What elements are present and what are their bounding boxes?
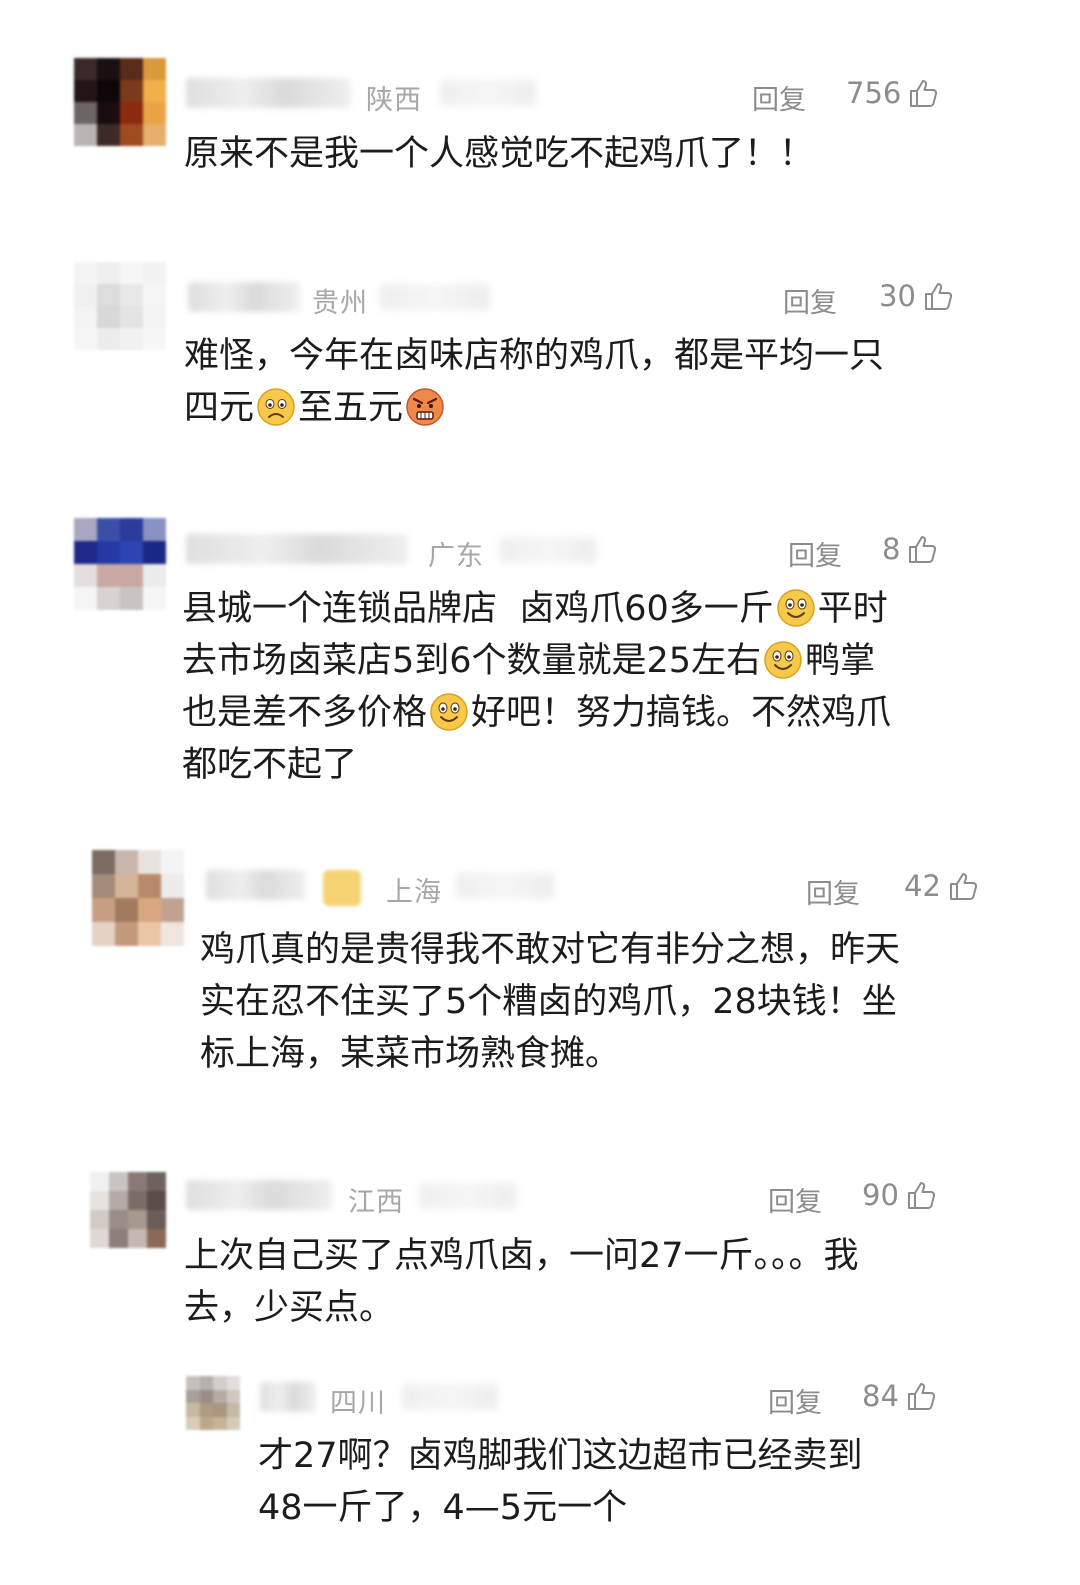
comment-text: 难怪，今年在卤味店称的鸡爪，都是平均一只 四元 至五元 bbox=[184, 330, 884, 434]
comment-line: 48一斤了，4—5元一个 bbox=[258, 1488, 628, 1528]
comment-text: 上次自己买了点鸡爪卤，一问27一斤。。。我 去，少买点。 bbox=[184, 1230, 859, 1334]
thumbs-up-icon bbox=[910, 80, 938, 107]
text-fragment: 去市场卤菜店5到6个数量就是25左右 bbox=[182, 641, 762, 681]
username-blurred bbox=[260, 1382, 316, 1412]
comment-text: 才27啊？卤鸡脚我们这边超市已经卖到 48一斤了，4—5元一个 bbox=[258, 1430, 863, 1534]
username-blurred bbox=[206, 870, 306, 900]
text-fragment: 鸭掌 bbox=[805, 641, 876, 681]
timestamp-blurred bbox=[380, 284, 490, 310]
region-label: 江西 bbox=[348, 1187, 404, 1218]
smile-emoji-icon bbox=[430, 693, 468, 731]
reply-button[interactable]: 回复 bbox=[783, 281, 837, 320]
comment-line: 四元 至五元 bbox=[184, 382, 884, 434]
region-label: 上海 bbox=[386, 877, 442, 908]
avatar[interactable] bbox=[186, 1376, 240, 1430]
text-fragment: 县城一个连锁品牌店 卤鸡爪60多一斤 bbox=[182, 589, 774, 629]
comment-line: 都吃不起了 bbox=[182, 745, 358, 785]
username-blurred bbox=[186, 534, 408, 564]
text-fragment: 至五元 bbox=[298, 388, 404, 428]
text-fragment: 平时 bbox=[817, 589, 888, 629]
comment-line: 才27啊？卤鸡脚我们这边超市已经卖到 bbox=[258, 1436, 863, 1476]
like-button[interactable]: 8 bbox=[882, 532, 938, 566]
thumbs-up-icon bbox=[949, 873, 977, 900]
comment-text: 原来不是我一个人感觉吃不起鸡爪了！！ bbox=[184, 128, 814, 180]
comment-line: 上次自己买了点鸡爪卤，一问27一斤。。。我 bbox=[184, 1236, 859, 1276]
angry-emoji-icon bbox=[406, 388, 444, 426]
like-button[interactable]: 30 bbox=[879, 279, 954, 313]
username-blurred bbox=[186, 78, 351, 108]
comment-line: 标上海，某菜市场熟食摊。 bbox=[200, 1034, 621, 1074]
username-blurred bbox=[186, 1180, 332, 1210]
comment-line: 难怪，今年在卤味店称的鸡爪，都是平均一只 bbox=[184, 336, 885, 376]
reply-button[interactable]: 回复 bbox=[752, 78, 806, 117]
reply-button[interactable]: 回复 bbox=[806, 872, 860, 911]
region-label: 贵州 bbox=[312, 288, 368, 319]
username-blurred bbox=[188, 282, 300, 312]
like-count: 90 bbox=[862, 1178, 899, 1212]
comment-line: 鸡爪真的是贵得我不敢对它有非分之想，昨天 bbox=[200, 930, 901, 970]
region-label: 广东 bbox=[428, 541, 484, 572]
like-count: 84 bbox=[862, 1379, 899, 1413]
text-fragment: 四元 bbox=[184, 388, 255, 428]
text-fragment: 好吧！努力搞钱。不然鸡爪 bbox=[471, 693, 892, 733]
like-count: 8 bbox=[882, 532, 901, 566]
like-count: 42 bbox=[904, 869, 941, 903]
avatar[interactable] bbox=[74, 58, 166, 146]
reply-button[interactable]: 回复 bbox=[768, 1180, 822, 1219]
avatar[interactable] bbox=[74, 518, 166, 610]
reply-button[interactable]: 回复 bbox=[768, 1381, 822, 1420]
thumbs-up-icon bbox=[909, 536, 937, 563]
comment-text: 鸡爪真的是贵得我不敢对它有非分之想，昨天 实在忍不住买了5个糟卤的鸡爪，28块钱… bbox=[200, 924, 900, 1080]
timestamp-blurred bbox=[402, 1384, 498, 1410]
like-count: 756 bbox=[846, 76, 902, 110]
avatar[interactable] bbox=[92, 850, 184, 946]
like-count: 30 bbox=[879, 279, 916, 313]
smile-emoji-icon bbox=[777, 589, 815, 627]
comment-line: 县城一个连锁品牌店 卤鸡爪60多一斤 平时 bbox=[182, 583, 891, 635]
like-button[interactable]: 756 bbox=[846, 76, 939, 110]
worried-emoji-icon bbox=[257, 388, 295, 426]
text-fragment: 也是差不多价格 bbox=[182, 693, 428, 733]
timestamp-blurred bbox=[500, 537, 596, 563]
region-label: 四川 bbox=[330, 1388, 386, 1419]
like-button[interactable]: 42 bbox=[904, 869, 979, 903]
avatar[interactable] bbox=[74, 262, 166, 350]
thumbs-up-icon bbox=[907, 1383, 935, 1410]
comment-line: 去，少买点。 bbox=[184, 1288, 395, 1328]
thumbs-up-icon bbox=[907, 1182, 935, 1209]
region-label: 陕西 bbox=[366, 85, 422, 116]
thumbs-up-icon bbox=[924, 283, 952, 310]
vip-badge-icon bbox=[323, 870, 361, 906]
avatar[interactable] bbox=[90, 1172, 166, 1248]
comment-text: 县城一个连锁品牌店 卤鸡爪60多一斤 平时 去市场卤菜店5到6个数量就是25左右… bbox=[182, 583, 891, 791]
comment-line: 也是差不多价格 好吧！努力搞钱。不然鸡爪 bbox=[182, 687, 891, 739]
smile-emoji-icon bbox=[764, 641, 802, 679]
like-button[interactable]: 90 bbox=[862, 1178, 937, 1212]
reply-button[interactable]: 回复 bbox=[788, 534, 842, 573]
timestamp-blurred bbox=[440, 80, 536, 106]
timestamp-blurred bbox=[420, 1183, 516, 1209]
like-button[interactable]: 84 bbox=[862, 1379, 937, 1413]
timestamp-blurred bbox=[456, 873, 554, 899]
comment-line: 实在忍不住买了5个糟卤的鸡爪，28块钱！坐 bbox=[200, 982, 897, 1022]
comment-line: 原来不是我一个人感觉吃不起鸡爪了！！ bbox=[184, 134, 815, 174]
comment-line: 去市场卤菜店5到6个数量就是25左右 鸭掌 bbox=[182, 635, 891, 687]
